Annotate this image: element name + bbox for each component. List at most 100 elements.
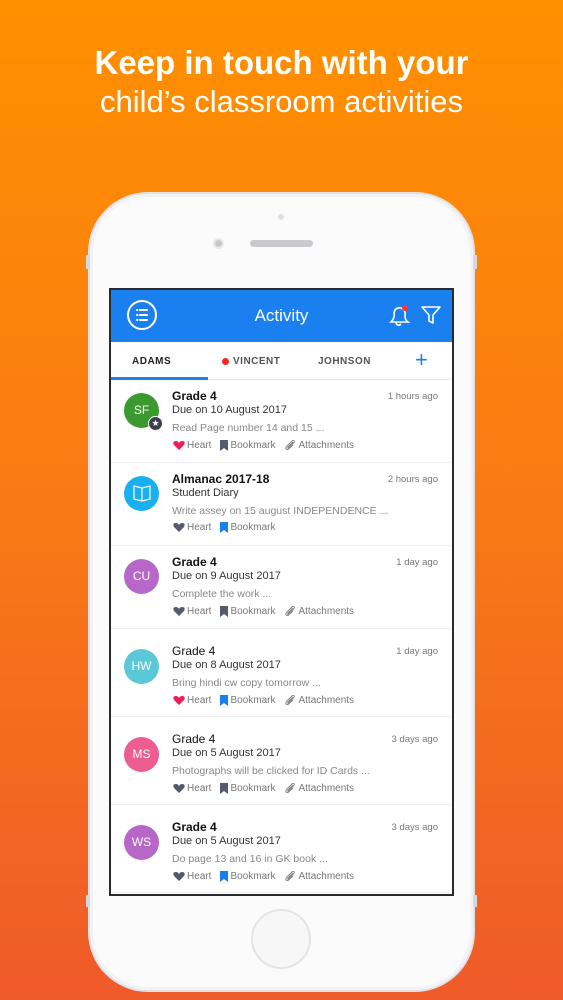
activity-item[interactable]: CU Grade 4 1 day ago Due on 9 August 2017 Co… — [111, 546, 452, 629]
item-preview: Write assey on 15 august INDEPENDENCE ..… — [172, 505, 389, 517]
avatar: WS — [124, 825, 159, 860]
attachments-button[interactable]: Attachments — [284, 439, 354, 451]
item-time: 1 day ago — [396, 646, 438, 657]
activity-item[interactable]: WS Grade 4 3 days ago Due on 5 August 2017 D… — [111, 805, 452, 893]
paperclip-icon — [285, 782, 296, 794]
heart-label: Heart — [187, 522, 212, 533]
bookmark-button[interactable]: Bookmark — [220, 522, 275, 533]
avatar-initials: CU — [132, 569, 151, 583]
bookmark-icon — [220, 694, 229, 706]
attachments-button[interactable]: Attachments — [284, 694, 354, 706]
avatar-initials: MS — [132, 747, 151, 761]
attachments-label: Attachments — [298, 605, 355, 617]
attachments-label: Attachments — [298, 782, 355, 794]
item-subtitle: Due on 5 August 2017 — [172, 835, 281, 847]
bookmark-icon — [220, 522, 229, 533]
heart-icon — [173, 695, 185, 705]
item-subtitle: Due on 10 August 2017 — [172, 404, 287, 416]
tab-johnson[interactable]: JOHNSON — [318, 356, 371, 367]
heart-label: Heart — [187, 782, 212, 794]
item-actions: Heart Bookmark Attachments — [173, 694, 354, 706]
item-time: 1 hours ago — [387, 391, 438, 402]
item-title: Grade 4 — [172, 389, 217, 403]
attachments-button[interactable]: Attachments — [284, 782, 354, 794]
item-subtitle: Due on 8 August 2017 — [172, 659, 281, 671]
avatar: MS — [124, 737, 159, 772]
bell-icon[interactable] — [386, 303, 412, 329]
heart-icon — [173, 606, 185, 616]
unread-dot — [222, 358, 229, 365]
item-actions: Heart Bookmark Attachments — [173, 870, 354, 882]
item-time: 3 days ago — [391, 734, 438, 745]
bookmark-label: Bookmark — [230, 694, 276, 706]
item-actions: Heart Bookmark Attachments — [173, 782, 354, 794]
add-student-button[interactable]: + — [415, 347, 428, 373]
paperclip-icon — [285, 605, 296, 617]
bookmark-icon — [220, 782, 229, 794]
item-time: 2 hours ago — [387, 474, 438, 485]
item-title: Grade 4 — [172, 644, 216, 658]
bookmark-icon — [220, 870, 229, 882]
item-preview: Read Page number 14 and 15 ... — [172, 422, 325, 434]
attachments-label: Attachments — [298, 694, 355, 706]
nav-bar: Activity — [111, 290, 452, 342]
bookmark-label: Bookmark — [230, 522, 276, 533]
avatar-initials: HW — [131, 659, 152, 673]
attachments-button[interactable]: Attachments — [284, 870, 354, 882]
phone-side-button — [86, 255, 90, 269]
heart-button[interactable]: Heart — [173, 439, 211, 451]
app-screen: Activity ADAMS VINCENT JOHNSON + SF ★ Grad… — [109, 288, 454, 896]
heart-button[interactable]: Heart — [173, 782, 211, 794]
phone-side-button — [473, 255, 477, 269]
home-button[interactable] — [251, 909, 311, 969]
bookmark-button[interactable]: Bookmark — [220, 870, 275, 882]
bookmark-button[interactable]: Bookmark — [220, 694, 275, 706]
paperclip-icon — [285, 694, 296, 706]
activity-item[interactable]: SF ★ Grade 4 1 hours ago Due on 10 August 20… — [111, 380, 452, 463]
tab-vincent[interactable]: VINCENT — [233, 356, 280, 367]
heart-button[interactable]: Heart — [173, 605, 211, 617]
activity-item[interactable]: Almanac 2017-18 2 hours ago Student Diary W… — [111, 463, 452, 546]
bookmark-button[interactable]: Bookmark — [220, 439, 275, 451]
heart-label: Heart — [187, 870, 212, 882]
bookmark-button[interactable]: Bookmark — [220, 605, 275, 617]
heart-button[interactable]: Heart — [173, 522, 211, 533]
item-preview: Photographs will be clicked for ID Cards… — [172, 765, 370, 777]
phone-side-button — [86, 895, 90, 907]
bookmark-label: Bookmark — [230, 782, 276, 794]
attachments-label: Attachments — [298, 439, 355, 451]
heart-button[interactable]: Heart — [173, 870, 211, 882]
avatar: HW — [124, 649, 159, 684]
item-time: 1 day ago — [396, 557, 438, 568]
item-preview: Do page 13 and 16 in GK book ... — [172, 853, 328, 865]
headline-line2: child’s classroom activities — [100, 84, 463, 119]
item-preview: Complete the work ... — [172, 588, 272, 600]
heart-icon — [173, 440, 185, 450]
item-subtitle: Due on 9 August 2017 — [172, 570, 281, 582]
item-title: Grade 4 — [172, 732, 216, 746]
bookmark-icon — [220, 605, 229, 617]
paperclip-icon — [285, 439, 296, 451]
item-actions: Heart Bookmark Attachments — [173, 605, 354, 617]
attachments-label: Attachments — [298, 870, 355, 882]
attachments-button[interactable]: Attachments — [284, 605, 354, 617]
activity-item[interactable]: MS Grade 4 3 days ago Due on 5 August 2017 P… — [111, 717, 452, 805]
avatar — [124, 476, 159, 511]
phone-side-button — [473, 895, 477, 907]
item-subtitle: Due on 5 August 2017 — [172, 747, 281, 759]
item-title: Almanac 2017-18 — [172, 472, 270, 486]
avatar-initials: WS — [131, 835, 152, 849]
bookmark-label: Bookmark — [230, 439, 276, 451]
item-actions: Heart Bookmark Attachments — [173, 439, 354, 451]
paperclip-icon — [285, 870, 296, 882]
activity-item[interactable]: HW Grade 4 1 day ago Due on 8 August 2017 Br… — [111, 629, 452, 717]
heart-button[interactable]: Heart — [173, 694, 211, 706]
heart-icon — [173, 871, 185, 881]
filter-icon[interactable] — [420, 304, 442, 326]
tab-adams[interactable]: ADAMS — [132, 356, 171, 367]
item-title: Grade 4 — [172, 820, 217, 834]
avatar-initials: SF — [133, 403, 150, 417]
phone-sensor — [278, 214, 284, 220]
item-actions: Heart Bookmark — [173, 522, 275, 533]
bookmark-button[interactable]: Bookmark — [220, 782, 275, 794]
